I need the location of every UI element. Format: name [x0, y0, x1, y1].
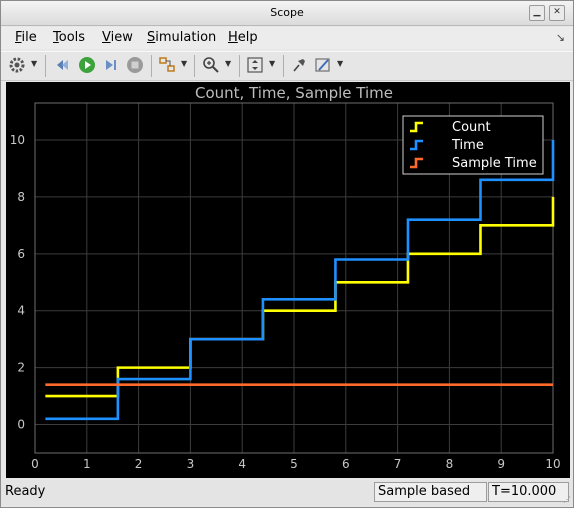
x-tick-label: 5 [290, 457, 298, 471]
series-line-count [45, 196, 555, 398]
scope-window: Scope ▁ ✕ File Tools View Simulation Hel… [0, 0, 574, 508]
menu-bar: File Tools View Simulation Help ↘ [1, 27, 573, 49]
settings-dropdown-icon[interactable]: ▼ [31, 59, 37, 68]
legend-label: Count [452, 120, 491, 135]
menu-tools[interactable]: Tools [53, 30, 85, 45]
pin-icon[interactable] [289, 55, 309, 75]
window-title: Scope [270, 6, 304, 19]
status-ready-text: Ready [5, 484, 46, 499]
y-tick-label: 8 [17, 190, 25, 204]
title-bar: Scope ▁ ✕ [1, 1, 573, 26]
series [45, 139, 555, 421]
menu-file[interactable]: File [15, 30, 37, 45]
zoom-in-icon[interactable] [201, 55, 221, 75]
menu-help[interactable]: Help [228, 30, 258, 45]
run-icon[interactable] [77, 55, 97, 75]
zoom-dropdown-icon[interactable]: ▼ [225, 59, 231, 68]
minimize-icon[interactable]: ▁ [529, 5, 545, 21]
menu-view[interactable]: View [102, 30, 133, 45]
y-tick-label: 2 [17, 361, 25, 375]
highlight-block-icon[interactable] [157, 55, 177, 75]
x-tick-label: 0 [31, 457, 39, 471]
close-icon[interactable]: ✕ [549, 5, 565, 21]
scope-chart: Count, Time, Sample Time 0 1 2 3 4 5 6 7 8 9 10 0 2 4… [10, 84, 561, 471]
x-tick-label: 6 [342, 457, 350, 471]
scale-axes-icon[interactable] [245, 55, 265, 75]
scale-dropdown-icon[interactable]: ▼ [269, 59, 275, 68]
x-tick-label: 10 [545, 457, 560, 471]
undock-arrow-icon[interactable]: ↘ [556, 31, 565, 44]
measurement-dropdown-icon[interactable]: ▼ [337, 59, 343, 68]
plot-area[interactable]: Count, Time, Sample Time 0 1 2 3 4 5 6 7 8 9 10 0 2 4… [6, 82, 570, 478]
status-mode: Sample based [374, 482, 487, 502]
legend-label: Sample Time [452, 156, 537, 171]
x-tick-label: 4 [238, 457, 246, 471]
status-bar: Ready Sample based T=10.000 ⋰ [1, 480, 573, 506]
y-tick-label: 0 [17, 418, 25, 432]
toolbar-separator [283, 55, 284, 77]
y-tick-label: 6 [17, 247, 25, 261]
legend[interactable]: Count Time Sample Time [402, 115, 544, 175]
toolbar-separator [194, 55, 195, 77]
x-tick-label: 8 [446, 457, 454, 471]
toolbar: ▼ ▼ ▼ ▼ ▼ [1, 51, 573, 81]
x-tick-label: 2 [135, 457, 143, 471]
toolbar-separator [239, 55, 240, 77]
status-time: T=10.000 [488, 482, 569, 502]
toolbar-separator [151, 55, 152, 77]
y-tick-label: 4 [17, 304, 25, 318]
settings-icon[interactable] [7, 55, 27, 75]
toolbar-separator [45, 55, 46, 77]
measurement-icon[interactable] [313, 55, 333, 75]
menu-simulation[interactable]: Simulation [147, 30, 216, 45]
highlight-dropdown-icon[interactable]: ▼ [181, 59, 187, 68]
step-forward-icon[interactable] [101, 55, 121, 75]
step-back-icon[interactable] [53, 55, 73, 75]
resize-grip-icon[interactable]: ⋰ [563, 495, 571, 504]
legend-label: Time [451, 138, 484, 153]
y-tick-label: 10 [10, 133, 25, 147]
x-tick-label: 7 [394, 457, 402, 471]
x-tick-label: 1 [83, 457, 91, 471]
chart-title: Count, Time, Sample Time [195, 84, 393, 102]
x-tick-label: 9 [497, 457, 505, 471]
series-line-time [45, 139, 555, 421]
tick-labels: 0 1 2 3 4 5 6 7 8 9 10 0 2 4 6 8 10 [10, 133, 561, 471]
stop-icon[interactable] [125, 55, 145, 75]
x-tick-label: 3 [187, 457, 195, 471]
